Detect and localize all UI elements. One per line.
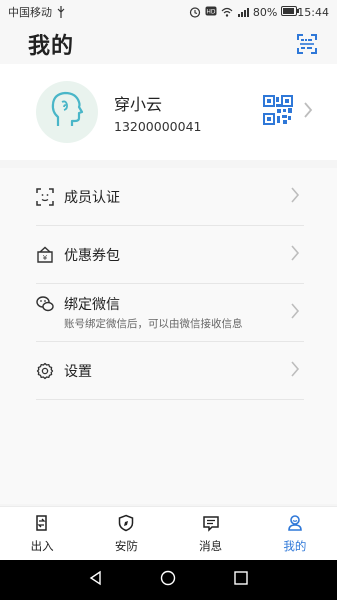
menu-label: 绑定微信 (64, 297, 120, 313)
carrier-text: 中国移动 (8, 6, 52, 19)
chevron-right-icon (303, 101, 313, 123)
profile-name: 穿小云 (114, 94, 163, 114)
menu-sublabel: 账号绑定微信后，可以由微信接收信息 (64, 318, 243, 330)
menu-item-settings[interactable]: 设置 (36, 342, 304, 400)
menu-label: 成员认证 (64, 189, 120, 206)
door-icon (33, 514, 51, 535)
menu-item-row: 绑定微信 (36, 294, 120, 314)
time-text: 15:44 (297, 5, 329, 19)
menu-item-bind-wechat[interactable]: 绑定微信 账号绑定微信后，可以由微信接收信息 (36, 284, 304, 342)
status-right: HD 80% 15:44 (189, 6, 329, 19)
status-bar: 中国移动 HD 80% 15:44 (0, 0, 337, 24)
menu-item-coupons[interactable]: ¥ 优惠券包 (36, 226, 304, 284)
home-icon[interactable] (160, 570, 176, 590)
battery-icon (281, 6, 300, 18)
tab-label: 消息 (199, 538, 223, 553)
avatar (36, 81, 98, 143)
head-avatar-icon (48, 90, 86, 134)
tab-label: 出入 (30, 538, 54, 553)
usb-icon (56, 6, 68, 18)
wechat-icon (36, 295, 54, 313)
message-icon (202, 514, 220, 535)
chevron-right-icon (290, 244, 300, 266)
qr-code-icon[interactable] (263, 95, 293, 129)
chevron-right-icon (290, 186, 300, 208)
chevron-right-icon (290, 302, 300, 324)
tab-access[interactable]: 出入 (0, 507, 84, 560)
face-id-icon (36, 187, 54, 206)
svg-text:¥: ¥ (43, 254, 48, 262)
wifi-icon (221, 6, 233, 18)
profile-text: 穿小云 13200000041 (114, 91, 263, 134)
back-icon[interactable] (88, 570, 104, 590)
qr-wrap[interactable] (263, 95, 313, 129)
chevron-right-icon (290, 360, 300, 382)
status-left: 中国移动 (8, 4, 68, 20)
tab-security[interactable]: 安防 (84, 507, 168, 560)
recents-icon[interactable] (233, 570, 249, 590)
alarm-icon (189, 6, 201, 18)
shield-icon (117, 514, 135, 535)
tab-mine[interactable]: 我的 (253, 507, 337, 560)
svg-text:HD: HD (206, 9, 216, 16)
menu-label: 优惠券包 (64, 247, 120, 264)
menu-label: 设置 (64, 363, 92, 380)
menu-item-member-auth[interactable]: 成员认证 (36, 168, 304, 226)
tab-messages[interactable]: 消息 (169, 507, 253, 560)
profile-phone: 13200000041 (114, 118, 202, 134)
user-icon (286, 514, 304, 535)
scan-icon[interactable] (297, 34, 317, 54)
coupon-bag-icon: ¥ (36, 246, 54, 264)
page-title: 我的 (28, 34, 75, 59)
bottom-tabbar: 出入 安防 消息 我的 (0, 506, 337, 560)
page-header: 我的 (0, 24, 337, 64)
tab-label: 我的 (283, 538, 307, 553)
tab-label: 安防 (114, 538, 138, 553)
gear-icon (36, 362, 54, 380)
menu-list: 成员认证 ¥ 优惠券包 绑定微信 账号绑定微信后，可以由微信接收信息 设置 (0, 168, 337, 504)
signal-icon (237, 6, 249, 18)
profile-card[interactable]: 穿小云 13200000041 (0, 64, 337, 160)
system-nav-bar (0, 560, 337, 600)
hd-icon: HD (205, 6, 217, 18)
battery-text: 80% (252, 5, 278, 19)
